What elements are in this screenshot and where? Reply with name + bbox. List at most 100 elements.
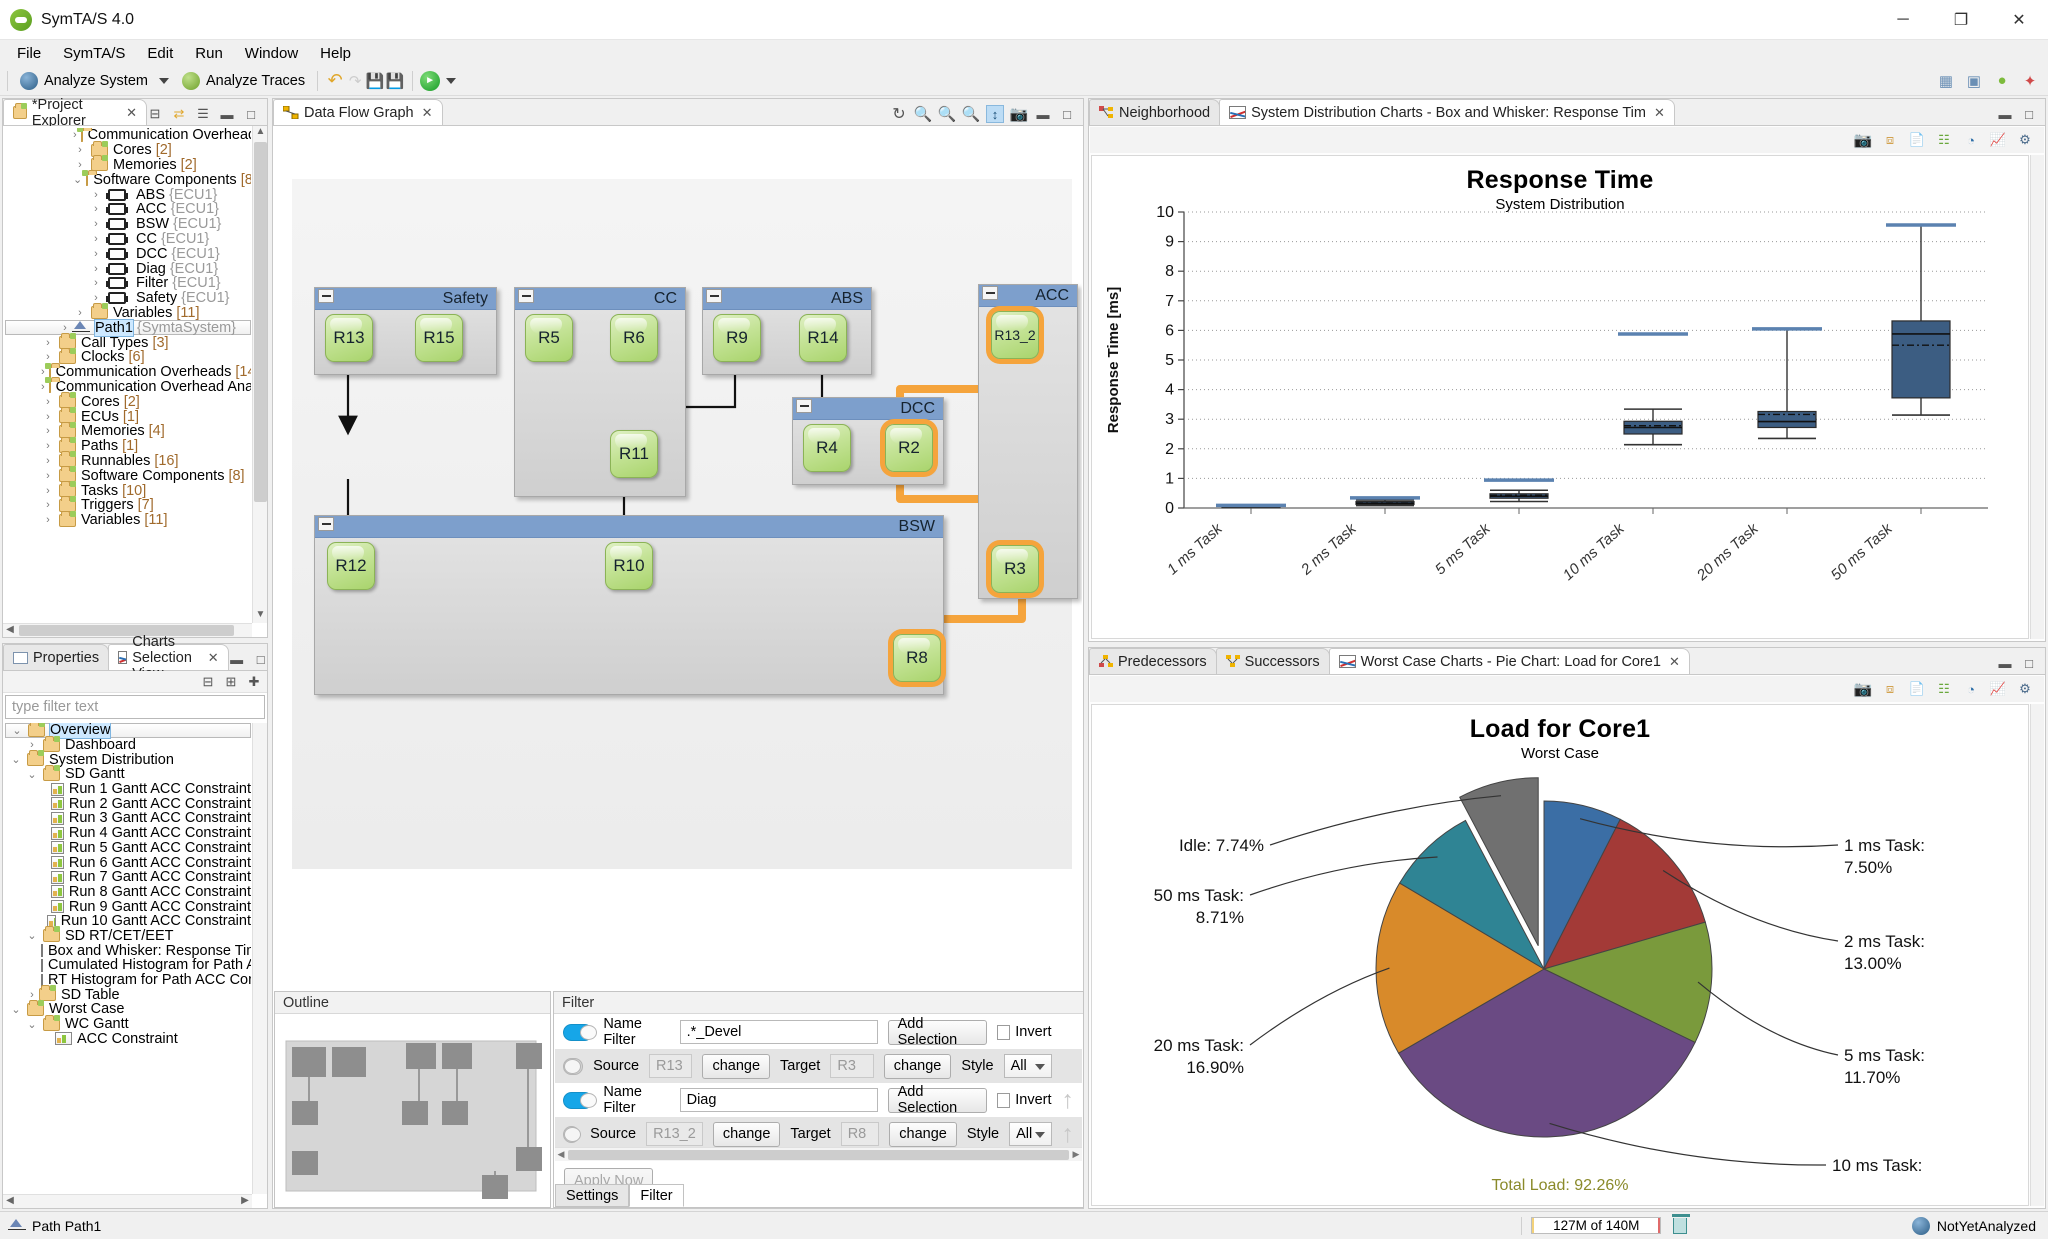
view-maximize-icon[interactable]: □ [252,650,270,668]
tree-item[interactable]: ⌄Worst Case [5,1002,251,1017]
tree-item[interactable]: ›Path1{SymtaSystem} [5,320,251,335]
tree-item[interactable]: ›Call Types[3] [5,335,251,350]
tree-item[interactable]: Box and Whisker: Response Time for ACC C… [5,943,251,958]
chevron-right-icon[interactable]: › [89,189,103,201]
chevron-right-icon[interactable]: › [25,739,39,751]
chevron-right-icon[interactable]: › [41,411,55,423]
tree-item[interactable]: ›Communication Overhead Analyses[1] [5,380,251,395]
graph-canvas-area[interactable]: SafetyR13R15CCR5R6R11ABSR9R14ACCR13_2R3D… [274,127,1082,989]
box-whisker-chart-area[interactable]: Response Time System Distribution 012345… [1091,155,2029,639]
software-component-box[interactable]: DCCR4R2 [792,397,944,485]
runnable-node[interactable]: R3 [991,545,1039,593]
runnable-node[interactable]: R6 [610,314,658,362]
tree-item[interactable]: Run 1 Gantt ACC Constraint [5,782,251,797]
tree-item[interactable]: ⌄System Distribution [5,752,251,767]
scroll-thumb[interactable] [254,142,267,502]
close-icon[interactable]: ✕ [1654,105,1665,121]
screenshot-icon[interactable]: 📷 [1010,105,1028,123]
chevron-right-icon[interactable]: › [89,263,103,275]
tree-item[interactable]: ›Clocks[6] [5,350,251,365]
runnable-node[interactable]: R14 [799,314,847,362]
tab-predecessors[interactable]: Predecessors [1089,648,1217,674]
chevron-down-icon[interactable]: ⌄ [25,768,39,781]
outline-body[interactable] [276,1015,549,1206]
tree-item[interactable]: ›Tasks[10] [5,483,251,498]
save-icon[interactable]: 💾 [365,71,385,91]
tree-item[interactable]: Run 3 Gantt ACC Constraint [5,811,251,826]
tree-item[interactable]: ›Variables[11] [5,513,251,528]
tree-item[interactable]: Run 6 Gantt ACC Constraint [5,855,251,870]
maximize-button[interactable]: ❐ [1932,0,1990,40]
graph-canvas[interactable]: SafetyR13R15CCR5R6R11ABSR9R14ACCR13_2R3D… [292,179,1072,869]
software-component-box[interactable]: BSWR12R10R8 [314,515,944,695]
source-input[interactable]: R13_2 [646,1122,703,1146]
runnable-node[interactable]: R11 [610,430,658,478]
name-filter-input[interactable]: Diag [680,1088,878,1112]
chevron-right-icon[interactable]: › [41,425,55,437]
filter-row-toggle[interactable] [563,1024,593,1041]
tree-item[interactable]: ›Variables[11] [5,306,251,321]
tab-charts-selection[interactable]: Charts Selection View ✕ [108,644,229,670]
chevron-right-icon[interactable]: › [41,396,55,408]
runnable-node[interactable]: R2 [885,424,933,472]
open-perspective-icon[interactable]: ▣ [1964,71,1984,91]
chevron-right-icon[interactable]: › [73,144,87,156]
target-change-button[interactable]: change [889,1122,957,1147]
runnable-node[interactable]: R5 [525,314,573,362]
project-explorer-tree[interactable]: ›Communication Overheads[144]›Cores[2]›M… [5,128,251,621]
tree-item[interactable]: ›Memories[4] [5,424,251,439]
view-minimize-icon[interactable]: ▬ [1996,105,2014,123]
zoom-in-icon[interactable]: 🔍 [938,105,956,123]
filter-row-toggle[interactable] [563,1058,583,1075]
charts-selection-vscrollbar[interactable] [252,723,267,1194]
tree-item[interactable]: ›Cores[2] [5,394,251,409]
runnable-node[interactable]: R4 [803,424,851,472]
zoom-fit-icon[interactable]: 🔍 [914,105,932,123]
collapse-icon[interactable] [318,517,334,531]
collapse-all-icon[interactable]: ⊟ [199,673,217,691]
collapse-icon[interactable] [318,289,334,303]
tree-item[interactable]: ⌄SD RT/CET/EET [5,929,251,944]
hscroll-thumb[interactable] [19,625,234,636]
target-input[interactable]: R3 [830,1054,873,1078]
tree-item[interactable]: ›Paths[1] [5,439,251,454]
scroll-left-icon[interactable]: ◀ [3,624,17,637]
chevron-right-icon[interactable]: › [58,322,72,334]
chevron-down-icon[interactable]: ⌄ [10,724,24,737]
perspective-icon[interactable]: ▦ [1936,71,1956,91]
view-maximize-icon[interactable]: □ [1058,105,1076,123]
pie-chart-area[interactable]: Load for Core1 Worst Case 1 ms Task:7.50… [1091,704,2029,1206]
export-icon[interactable]: 📄 [1908,680,1926,698]
add-chart-icon[interactable]: ✚ [245,673,263,691]
charts-selection-hscrollbar[interactable]: ◀ ▶ [3,1194,252,1208]
tree-item[interactable]: ›BSW{ECU1} [5,217,251,232]
name-filter-input[interactable]: .*_Devel [680,1020,878,1044]
tree-item[interactable]: ›ABS{ECU1} [5,187,251,202]
software-component-box[interactable]: ACCR13_2R3 [978,284,1078,599]
redo-icon[interactable]: ↷ [345,71,365,91]
scroll-down-icon[interactable]: ▼ [254,609,267,623]
tree-item[interactable]: ›ACC{ECU1} [5,202,251,217]
software-component-box[interactable]: ABSR9R14 [702,287,872,375]
view-maximize-icon[interactable]: □ [242,105,260,123]
analyze-system-button[interactable]: Analyze System [15,71,153,91]
runnable-node[interactable]: R15 [415,314,463,362]
view-minimize-icon[interactable]: ▬ [1996,654,2014,672]
target-input[interactable]: R8 [841,1122,880,1146]
trash-icon[interactable] [1673,1218,1687,1234]
menu-help[interactable]: Help [309,43,362,64]
tab-data-flow-graph[interactable]: Data Flow Graph ✕ [273,99,443,125]
filter-hscrollbar[interactable]: ◀ ▶ [555,1147,1082,1161]
style-select[interactable]: All [1009,1122,1051,1146]
tab-worst-case-charts[interactable]: Worst Case Charts - Pie Chart: Load for … [1329,648,1690,674]
chevron-down-icon[interactable]: ⌄ [25,929,39,942]
project-explorer-hscrollbar[interactable]: ◀ [3,623,252,637]
collapse-icon[interactable] [982,286,998,300]
tree-item[interactable]: Run 8 Gantt ACC Constraint [5,885,251,900]
software-component-box[interactable]: CCR5R6R11 [514,287,686,497]
chevron-down-icon[interactable]: ⌄ [73,173,82,186]
expand-all-icon[interactable]: ⊞ [222,673,240,691]
menu-edit[interactable]: Edit [136,43,184,64]
tree-item[interactable]: Run 10 Gantt ACC Constraint [5,914,251,929]
scroll-right-icon[interactable]: ▶ [1070,1149,1082,1160]
